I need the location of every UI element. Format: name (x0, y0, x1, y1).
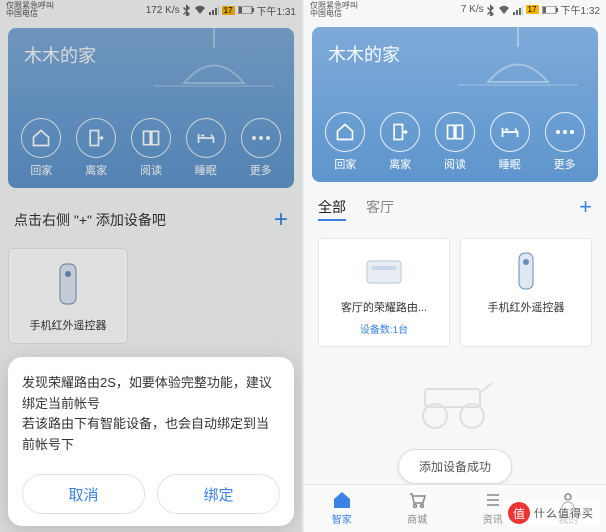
device-card-remote[interactable]: 手机红外遥控器 (460, 238, 592, 347)
tab-store[interactable]: 商城 (380, 485, 456, 532)
list-icon (483, 491, 503, 509)
home-title: 木木的家 (328, 41, 400, 67)
lamp-illustration (458, 27, 578, 107)
scene-read[interactable]: 阅读 (435, 112, 475, 172)
phone-right: 仅限紧急呼叫 中国电信 7 K/s 17 下午1:32 木木的家 回家 离家 阅… (304, 0, 606, 532)
network-speed: 7 K/s (461, 4, 484, 15)
away-icon (390, 122, 410, 142)
router-icon (359, 253, 409, 289)
prompt-line: 若该路由下有智能设备，也会自动绑定到当前帐号下 (22, 414, 280, 456)
prompt-line: 发现荣耀路由2S，如要体验完整功能，建议绑定当前帐号 (22, 373, 280, 415)
scene-sleep[interactable]: 睡眠 (490, 112, 530, 172)
room-tabs: 全部 客厅 + (304, 190, 606, 224)
wifi-icon (498, 5, 510, 15)
tab-smarthome[interactable]: 智家 (304, 485, 380, 532)
book-icon (445, 122, 465, 142)
more-icon (556, 130, 574, 134)
tab-all[interactable]: 全部 (318, 197, 346, 217)
tab-room[interactable]: 客厅 (366, 197, 394, 217)
status-bar: 仅限紧急呼叫 中国电信 7 K/s 17 下午1:32 (304, 0, 606, 19)
cancel-button[interactable]: 取消 (22, 474, 145, 514)
signal-icon (513, 5, 523, 15)
empty-illustration (304, 371, 606, 431)
watermark-icon: 值 (508, 502, 530, 524)
bed-icon (500, 122, 520, 142)
success-toast: 添加设备成功 (398, 449, 512, 484)
hero-card: 木木的家 回家 离家 阅读 睡眠 更多 (312, 27, 598, 181)
device-name: 客厅的荣耀路由... (341, 299, 427, 315)
phone-left: 仅限紧急呼叫 中国电信 172 K/s 17 下午1:31 木木的家 回家 (0, 0, 302, 532)
battery-label: 17 (526, 5, 539, 14)
device-sub: 设备数:1台 (360, 321, 408, 336)
bluetooth-icon (487, 4, 495, 16)
confirm-button[interactable]: 绑定 (157, 474, 280, 514)
device-card-router[interactable]: 客厅的荣耀路由... 设备数:1台 (318, 238, 450, 347)
home-icon (335, 122, 355, 142)
remote-icon (516, 251, 536, 291)
scene-more[interactable]: 更多 (545, 112, 585, 172)
scene-away[interactable]: 离家 (380, 112, 420, 172)
bind-prompt: 发现荣耀路由2S，如要体验完整功能，建议绑定当前帐号 若该路由下有智能设备，也会… (8, 357, 294, 526)
cart-icon (407, 491, 427, 509)
add-button[interactable]: + (579, 194, 592, 220)
battery-icon (542, 6, 558, 14)
scene-home[interactable]: 回家 (325, 112, 365, 172)
home-icon (332, 491, 352, 509)
clock: 下午1:32 (561, 2, 600, 17)
watermark: 值 什么值得买 (502, 500, 600, 526)
carrier-label: 中国电信 (310, 10, 358, 18)
device-name: 手机红外遥控器 (488, 299, 565, 315)
